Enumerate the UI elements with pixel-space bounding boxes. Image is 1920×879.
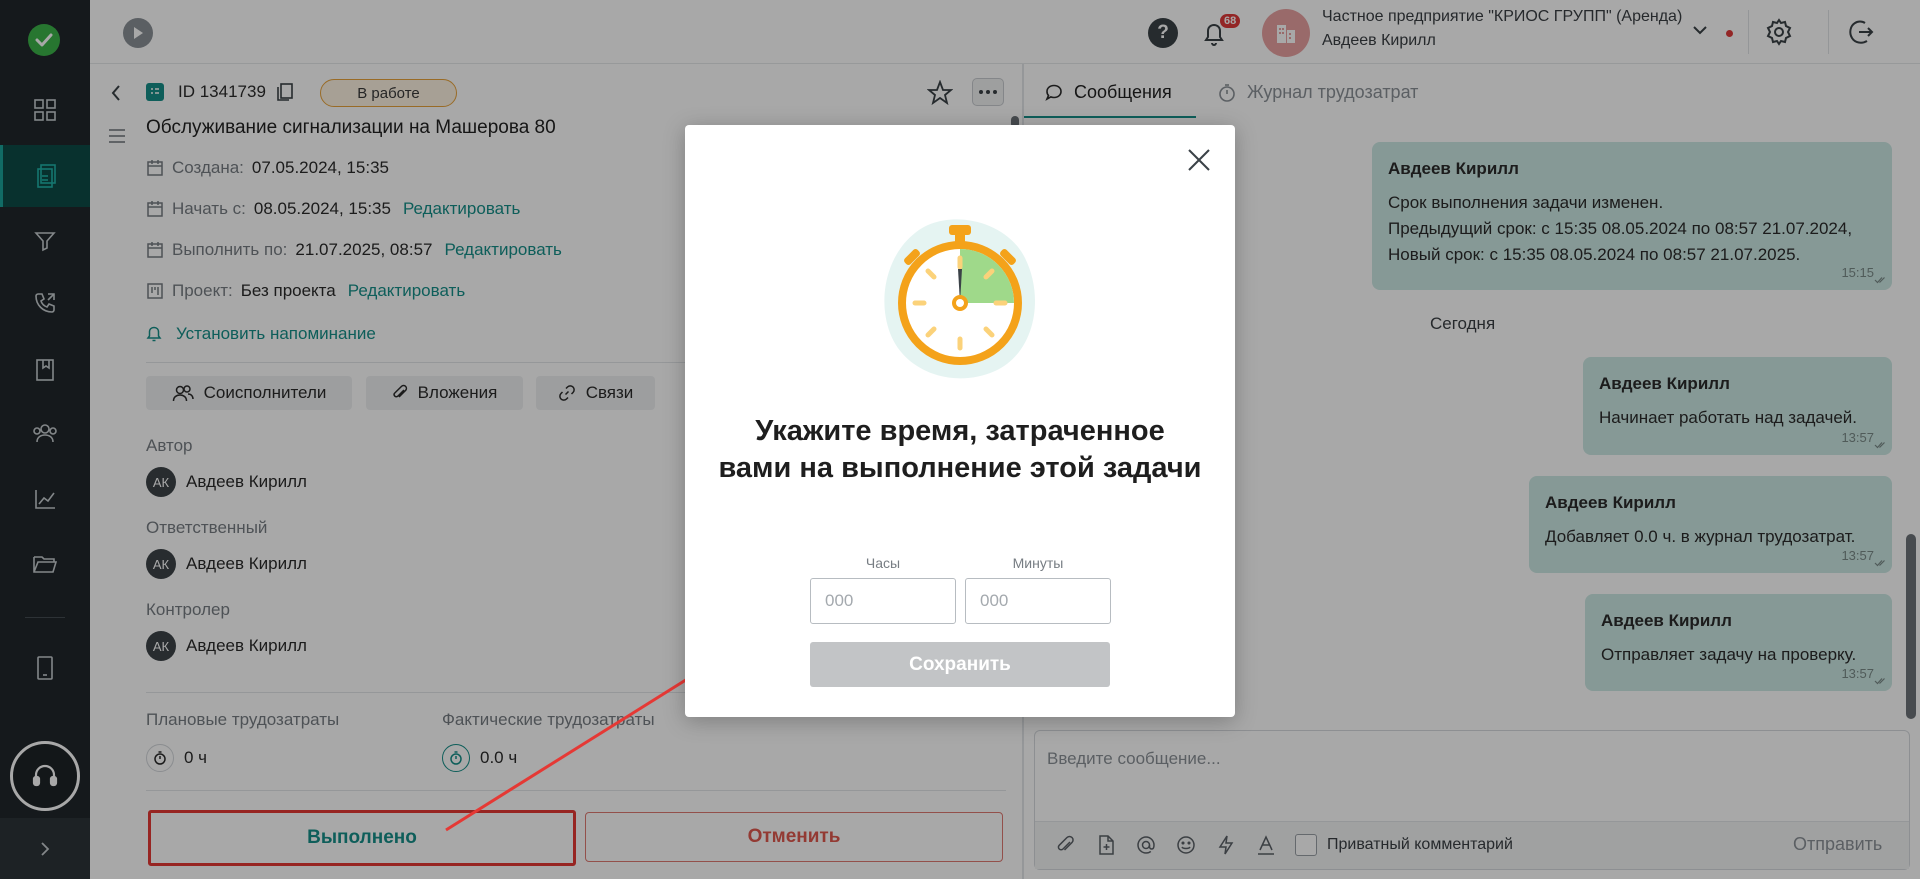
hours-label: Часы	[865, 555, 901, 571]
dialog-title: Укажите время, затраченное вами на выпол…	[718, 415, 1202, 484]
minutes-label: Минуты	[1012, 555, 1064, 571]
time-spent-dialog: Укажите время, затраченное вами на выпол…	[685, 125, 1235, 717]
stopwatch-illustration-icon	[865, 203, 1055, 393]
hours-input[interactable]	[810, 578, 956, 624]
close-icon[interactable]	[1185, 146, 1213, 179]
save-button[interactable]: Сохранить	[810, 642, 1110, 687]
minutes-input[interactable]	[965, 578, 1111, 624]
